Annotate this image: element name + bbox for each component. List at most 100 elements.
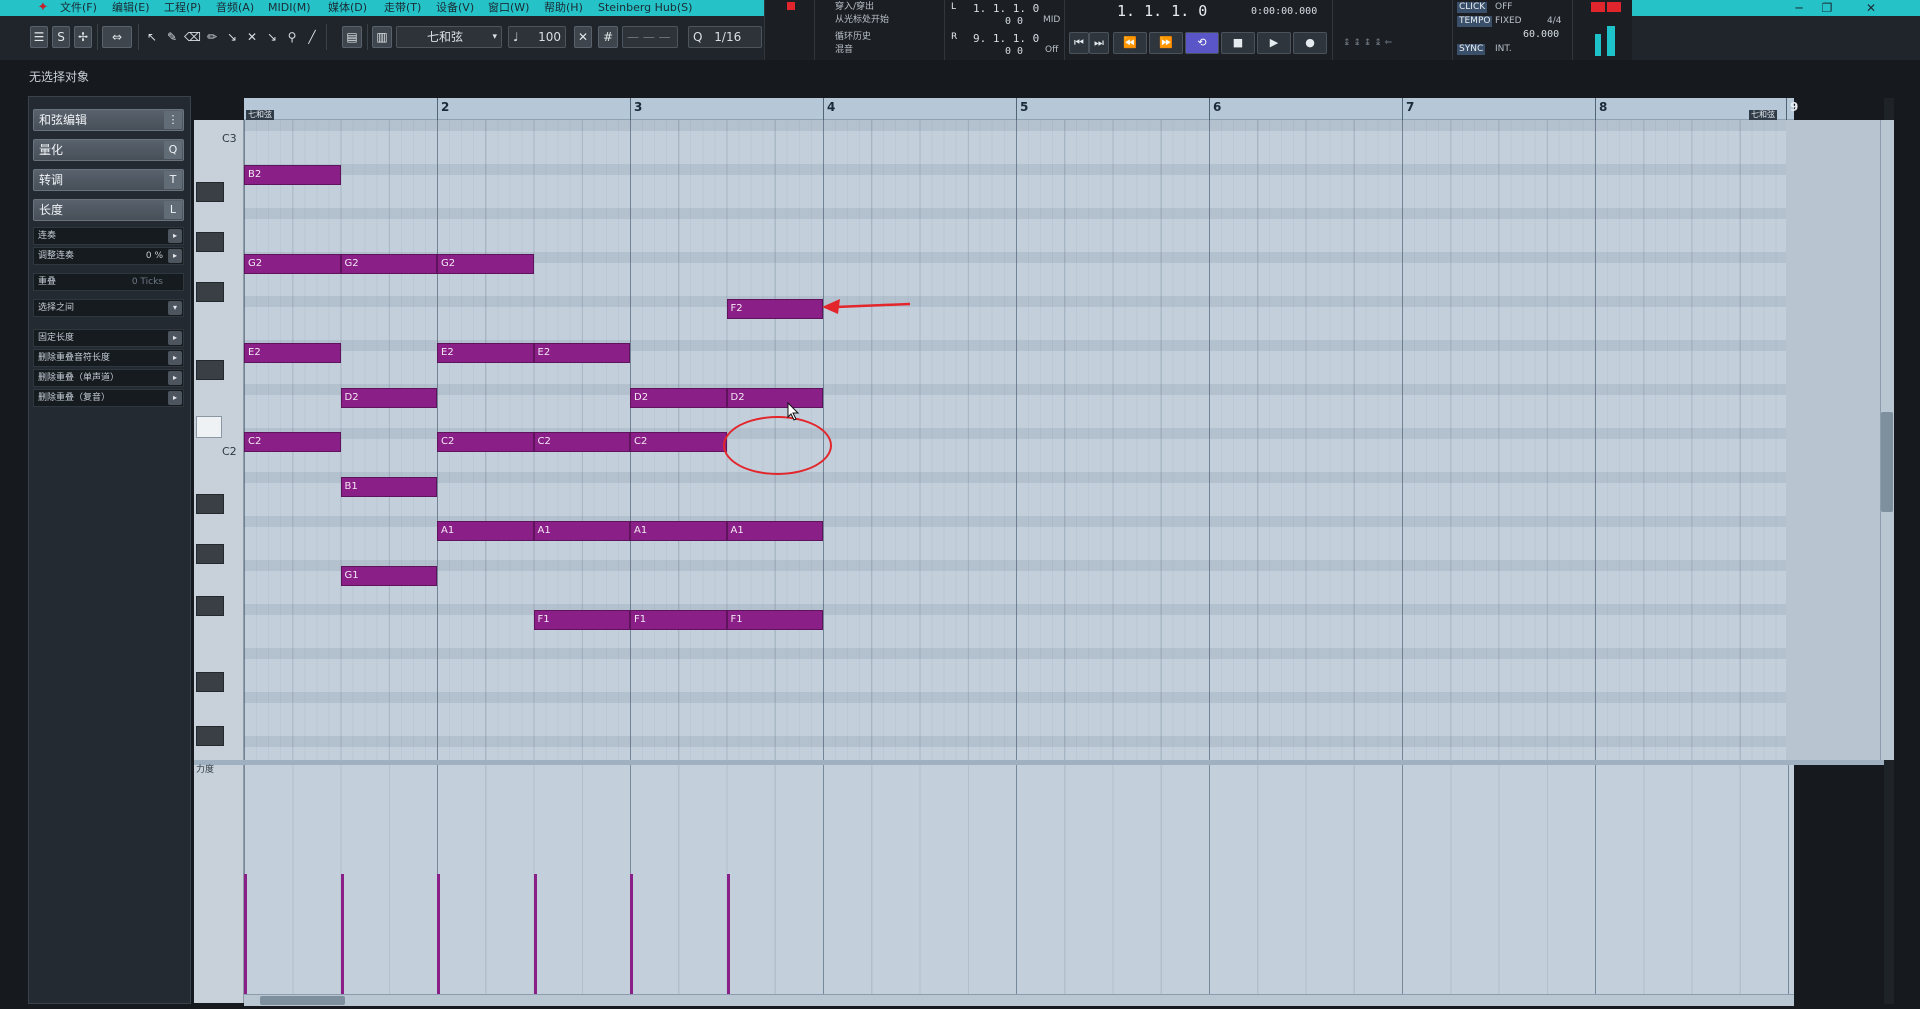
midi-note[interactable]: D2: [340, 388, 437, 408]
tempo-mode[interactable]: FIXED: [1495, 16, 1522, 27]
close-icon[interactable]: ✕: [1854, 0, 1888, 16]
piano-keyboard[interactable]: C3 C2: [194, 120, 244, 760]
split-tool-icon[interactable]: ↘: [223, 26, 241, 48]
right-locator-value[interactable]: 9. 1. 1. 0: [973, 32, 1039, 46]
midi-note[interactable]: C2: [630, 432, 727, 452]
go-to-end-icon[interactable]: ⏭: [1089, 32, 1109, 54]
sync-value[interactable]: INT.: [1495, 44, 1512, 55]
midi-note[interactable]: A1: [533, 521, 630, 541]
eraser-tool-icon[interactable]: ⌫: [183, 26, 201, 48]
restore-icon[interactable]: ❐: [1810, 0, 1844, 16]
vertical-scroll-thumb[interactable]: [1881, 412, 1893, 512]
apply-icon[interactable]: ▸: [168, 351, 182, 365]
menu-file[interactable]: 文件(F): [60, 0, 97, 16]
tempo-value[interactable]: 60.000: [1523, 28, 1559, 42]
velocity-lane[interactable]: [244, 765, 1794, 1003]
cycle-icon[interactable]: ⟲: [1185, 32, 1219, 54]
inspector-section-chord-editing[interactable]: 和弦编辑 ⋮: [33, 109, 184, 131]
legato-adjust-value[interactable]: 0 %: [146, 248, 163, 264]
snap-grid-icon[interactable]: #: [598, 26, 618, 48]
piano-key-black[interactable]: [196, 596, 224, 616]
draw-tool-icon[interactable]: ✎: [163, 26, 181, 48]
piano-key-black[interactable]: [196, 672, 224, 692]
play-icon[interactable]: ▶: [1257, 32, 1291, 54]
quantize-field[interactable]: Q 1/16: [688, 26, 762, 48]
insert-velocity-field[interactable]: ♩ 100: [508, 26, 566, 48]
midi-note[interactable]: A1: [437, 521, 534, 541]
velocity-bar[interactable]: [533, 874, 537, 994]
chord-select-field[interactable]: 七和弦 ▾: [396, 26, 502, 48]
midi-note[interactable]: F1: [726, 610, 823, 630]
menu-media[interactable]: 媒体(D): [328, 0, 367, 16]
click-value[interactable]: OFF: [1495, 2, 1512, 13]
piano-key-black[interactable]: [196, 726, 224, 746]
rewind-icon[interactable]: ⏪: [1113, 32, 1147, 54]
mute-tool-icon[interactable]: ✕: [243, 26, 261, 48]
record-history-label[interactable]: 循环历史: [835, 32, 871, 43]
midi-note[interactable]: A1: [630, 521, 727, 541]
delete-overlap-mono-row[interactable]: 删除重叠（单声道） ▸: [33, 369, 184, 387]
legato-adjust-row[interactable]: 调整连奏 0 % ▸: [33, 247, 184, 265]
go-to-start-icon[interactable]: ⏮: [1069, 32, 1089, 54]
snap-type-field[interactable]: — — —: [622, 26, 678, 48]
velocity-shift-icon[interactable]: ✕: [574, 26, 592, 48]
stop-icon[interactable]: ■: [1221, 32, 1255, 54]
bar-ruler[interactable]: 七和弦 2 3 4 5 6 7 8 七和弦 9: [244, 98, 1798, 120]
pencil-tool-icon[interactable]: ✏: [203, 26, 221, 48]
chord-track-icon[interactable]: ▤: [342, 26, 362, 48]
menu-devices[interactable]: 设备(V): [436, 0, 474, 16]
tempo-label[interactable]: TEMPO: [1457, 16, 1493, 27]
clip-indicator-left[interactable]: [1591, 2, 1605, 12]
piano-key-highlighted[interactable]: [196, 416, 222, 438]
midi-note[interactable]: E2: [533, 343, 630, 363]
velocity-bar[interactable]: [726, 874, 730, 994]
marker-buttons-icon[interactable]: ↨ ↨ ↨ ↨ ⇐: [1343, 38, 1392, 49]
piano-key-black[interactable]: [196, 182, 224, 202]
clip-indicator-right[interactable]: [1607, 2, 1621, 12]
solo-icon[interactable]: S: [52, 26, 70, 48]
punch-in-label[interactable]: 穿入/穿出: [835, 2, 874, 13]
position-bars-display[interactable]: 1. 1. 1. 0: [1117, 2, 1207, 20]
midi-note[interactable]: G1: [340, 566, 437, 586]
velocity-bar[interactable]: [340, 874, 344, 994]
overlap-row[interactable]: 重叠 0 Ticks: [33, 273, 184, 291]
menu-transport[interactable]: 走带(T): [384, 0, 421, 16]
horizontal-scroll-thumb[interactable]: [260, 996, 345, 1005]
menu-audio[interactable]: 音频(A): [216, 0, 254, 16]
midi-note[interactable]: F1: [533, 610, 630, 630]
glue-tool-icon[interactable]: ↘: [263, 26, 281, 48]
overlap-value[interactable]: 0 Ticks: [132, 274, 163, 290]
record-icon[interactable]: ●: [1293, 32, 1327, 54]
piano-key-black[interactable]: [196, 282, 224, 302]
between-selected-row[interactable]: 选择之间 ▾: [33, 299, 184, 317]
line-tool-icon[interactable]: ╱: [303, 26, 321, 48]
midi-note[interactable]: C2: [437, 432, 534, 452]
velocity-bar[interactable]: [630, 874, 633, 994]
ruler-start-marker[interactable]: 七和弦: [246, 110, 274, 120]
midi-note[interactable]: F1: [630, 610, 727, 630]
apply-icon[interactable]: ▸: [168, 391, 182, 405]
left-locator-value[interactable]: 1. 1. 1. 0: [973, 2, 1039, 16]
velocity-bar[interactable]: [437, 874, 440, 994]
apply-icon[interactable]: ▸: [168, 249, 182, 263]
velocity-bar[interactable]: [244, 874, 247, 994]
piano-key-black[interactable]: [196, 232, 224, 252]
menu-window[interactable]: 窗口(W): [488, 0, 529, 16]
pointer-tool-icon[interactable]: ↖: [143, 26, 161, 48]
inspector-section-length[interactable]: 长度 L: [33, 199, 184, 221]
apply-icon[interactable]: ▸: [168, 229, 182, 243]
ruler-end-marker[interactable]: 七和弦: [1749, 110, 1777, 120]
fast-forward-icon[interactable]: ⏩: [1149, 32, 1183, 54]
dropdown-icon[interactable]: ▾: [168, 301, 182, 315]
midi-note[interactable]: D2: [630, 388, 727, 408]
apply-icon[interactable]: ▸: [168, 331, 182, 345]
midi-note[interactable]: C2: [533, 432, 630, 452]
midi-note[interactable]: C2: [244, 432, 341, 452]
zoom-tool-icon[interactable]: ⚲: [283, 26, 301, 48]
midi-note[interactable]: B2: [244, 165, 341, 185]
piano-key-black[interactable]: [196, 544, 224, 564]
position-time-display[interactable]: 0:00:00.000: [1251, 5, 1317, 19]
from-start-label[interactable]: 从光标处开始: [835, 15, 889, 26]
midi-note[interactable]: E2: [437, 343, 534, 363]
midi-note[interactable]: B1: [340, 477, 437, 497]
